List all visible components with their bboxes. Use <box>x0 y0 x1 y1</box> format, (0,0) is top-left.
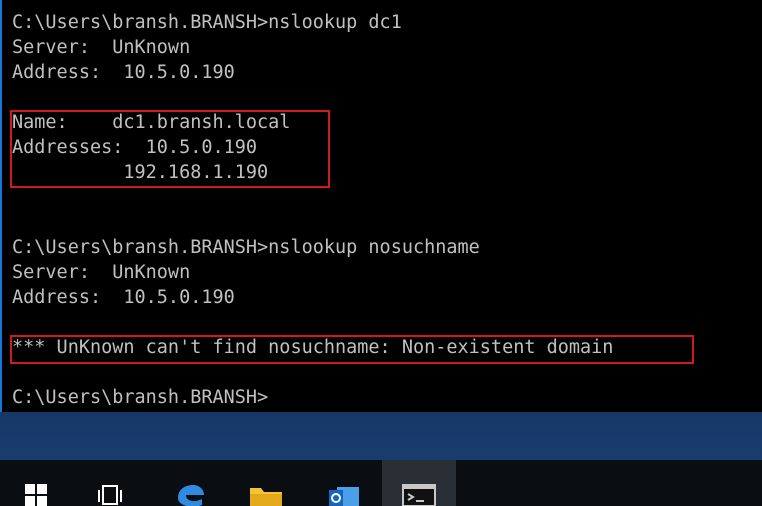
console-line-4 <box>2 85 762 110</box>
console-line-9 <box>2 210 762 235</box>
console-line-16: C:\Users\bransh.BRANSH> <box>12 387 269 408</box>
console-line-3: Address: 10.5.0.190 <box>12 62 235 83</box>
console-line-1: C:\Users\bransh.BRANSH>nslookup dc1 <box>12 12 402 33</box>
outlook-button[interactable] <box>318 460 370 506</box>
outlook-icon <box>329 487 359 506</box>
console-line-10: C:\Users\bransh.BRANSH>nslookup nosuchna… <box>12 237 480 258</box>
command-prompt-taskbar-button[interactable] <box>382 460 456 506</box>
start-button[interactable] <box>10 460 62 506</box>
file-explorer-icon <box>250 488 282 506</box>
highlight-box-error-message <box>10 335 694 364</box>
console-line-13 <box>2 310 762 335</box>
task-view-button[interactable] <box>84 460 136 506</box>
task-view-icon <box>98 485 122 505</box>
command-prompt-icon <box>402 484 436 506</box>
console-line-2: Server: UnKnown <box>12 37 191 58</box>
taskbar <box>0 460 762 506</box>
highlight-box-resolved-addresses <box>10 110 330 188</box>
console-line-11: Server: UnKnown <box>12 262 191 283</box>
windows-start-icon <box>25 484 47 506</box>
file-explorer-button[interactable] <box>240 460 292 506</box>
edge-browser-icon <box>178 485 204 506</box>
console-line-8 <box>2 185 762 210</box>
command-prompt-window[interactable]: C:\Users\bransh.BRANSH>nslookup dc1 Serv… <box>0 0 762 412</box>
edge-button[interactable] <box>164 460 216 506</box>
console-line-12: Address: 10.5.0.190 <box>12 287 235 308</box>
